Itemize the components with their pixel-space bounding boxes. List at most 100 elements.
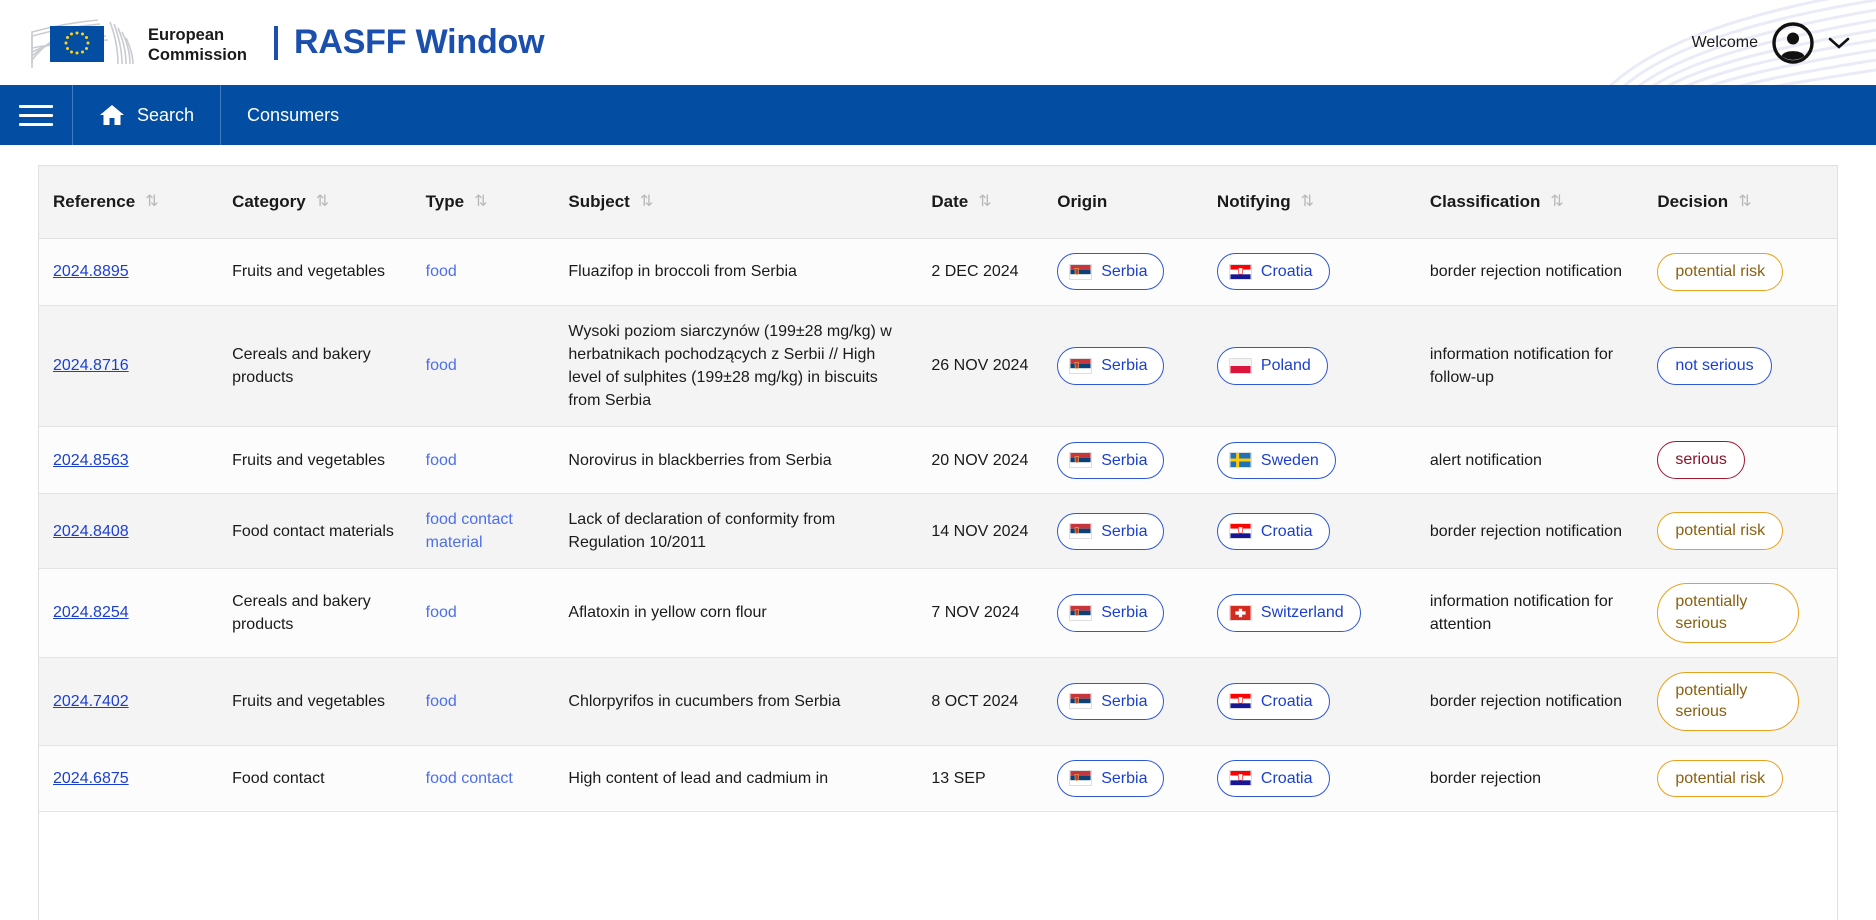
country-pill-origin[interactable]: Serbia — [1057, 683, 1164, 720]
type-link[interactable]: food — [426, 693, 457, 710]
country-pill-origin[interactable]: Serbia — [1057, 594, 1164, 631]
reference-link[interactable]: 2024.6875 — [53, 770, 129, 787]
cell-category: Fruits and vegetables — [218, 657, 412, 745]
cell-reference: 2024.8254 — [39, 569, 218, 657]
reference-link[interactable]: 2024.8254 — [53, 604, 129, 621]
cell-origin: Serbia — [1043, 745, 1203, 812]
cell-type: food — [412, 569, 555, 657]
column-header-classification[interactable]: Classification ⇅ — [1416, 166, 1643, 239]
reference-link[interactable]: 2024.8408 — [53, 523, 129, 540]
table-row[interactable]: 2024.8895Fruits and vegetablesfoodFluazi… — [39, 239, 1837, 306]
serbia-flag — [1069, 523, 1092, 539]
type-link[interactable]: food contact — [426, 770, 513, 787]
cell-classification: information notification for attention — [1416, 569, 1643, 657]
column-header-decision[interactable]: Decision ⇅ — [1643, 166, 1837, 239]
category-text: Cereals and bakery products — [232, 593, 371, 633]
column-label-decision: Decision — [1657, 192, 1728, 212]
type-link[interactable]: food contact material — [426, 511, 513, 551]
nav-item-search[interactable]: Search — [72, 85, 221, 145]
type-link[interactable]: food — [426, 263, 457, 280]
country-name-label: Serbia — [1101, 601, 1147, 624]
country-pill-origin[interactable]: Serbia — [1057, 253, 1164, 290]
sort-arrows-icon[interactable]: ⇅ — [145, 194, 158, 210]
cell-category: Food contact materials — [218, 493, 412, 568]
sort-arrows-icon[interactable]: ⇅ — [640, 194, 653, 210]
nav-item-consumers[interactable]: Consumers — [221, 85, 365, 145]
cell-category: Fruits and vegetables — [218, 427, 412, 494]
cell-category: Cereals and bakery products — [218, 305, 412, 427]
sort-arrows-icon[interactable]: ⇅ — [1550, 194, 1563, 210]
subject-text: Wysoki poziom siarczynów (199±28 mg/kg) … — [568, 323, 891, 410]
subject-text: Aflatoxin in yellow corn flour — [568, 604, 766, 621]
country-pill-notifying[interactable]: Croatia — [1217, 513, 1330, 550]
country-pill-origin[interactable]: Serbia — [1057, 760, 1164, 797]
date-text: 2 DEC 2024 — [931, 263, 1018, 280]
country-pill-origin[interactable]: Serbia — [1057, 513, 1164, 550]
cell-reference: 2024.8895 — [39, 239, 218, 306]
header-user-area[interactable]: Welcome — [1692, 22, 1850, 64]
date-text: 13 SEP — [931, 770, 985, 787]
column-header-origin[interactable]: Origin — [1043, 166, 1203, 239]
column-header-reference[interactable]: Reference ⇅ — [39, 166, 218, 239]
column-header-notifying[interactable]: Notifying ⇅ — [1203, 166, 1416, 239]
column-label-origin: Origin — [1057, 192, 1107, 212]
serbia-flag — [1069, 264, 1092, 280]
country-pill-notifying[interactable]: Sweden — [1217, 442, 1336, 479]
sort-arrows-icon[interactable]: ⇅ — [978, 194, 991, 210]
notifications-table: Reference ⇅ Category ⇅ Type ⇅ Subject ⇅ … — [39, 166, 1837, 812]
sort-arrows-icon[interactable]: ⇅ — [1301, 194, 1314, 210]
country-pill-notifying[interactable]: Croatia — [1217, 683, 1330, 720]
type-link[interactable]: food — [426, 357, 457, 374]
cell-subject: Chlorpyrifos in cucumbers from Serbia — [554, 657, 917, 745]
country-pill-notifying[interactable]: Poland — [1217, 347, 1328, 384]
cell-notifying: Switzerland — [1203, 569, 1416, 657]
reference-link[interactable]: 2024.7402 — [53, 693, 129, 710]
column-header-subject[interactable]: Subject ⇅ — [554, 166, 917, 239]
table-row[interactable]: 2024.8716 Cereals and bakery products food… — [39, 305, 1837, 427]
country-pill-notifying[interactable]: Croatia — [1217, 253, 1330, 290]
cell-type: food — [412, 427, 555, 494]
table-row[interactable]: 2024.7402 Fruits and vegetables food Chlorp… — [39, 657, 1837, 745]
chevron-down-icon[interactable] — [1828, 36, 1850, 50]
country-pill-notifying[interactable]: Switzerland — [1217, 594, 1361, 631]
sort-arrows-icon[interactable]: ⇅ — [1738, 194, 1751, 210]
ec-logo-block[interactable]: European Commission RASFF Window — [24, 12, 544, 74]
reference-link[interactable]: 2024.8563 — [53, 452, 129, 469]
user-avatar-icon[interactable] — [1772, 22, 1814, 64]
column-header-date[interactable]: Date ⇅ — [917, 166, 1043, 239]
cell-date: 2 DEC 2024 — [917, 239, 1043, 306]
table-row[interactable]: 2024.8408 Food contact materials food cont… — [39, 493, 1837, 568]
country-name-label: Serbia — [1101, 354, 1147, 377]
country-pill-origin[interactable]: Serbia — [1057, 442, 1164, 479]
decision-badge: potential risk — [1657, 760, 1783, 798]
column-header-category[interactable]: Category ⇅ — [218, 166, 412, 239]
country-pill-origin[interactable]: Serbia — [1057, 347, 1164, 384]
decision-badge: serious — [1657, 441, 1745, 479]
cell-date: 14 NOV 2024 — [917, 493, 1043, 568]
date-text: 7 NOV 2024 — [931, 604, 1019, 621]
content-area: Reference ⇅ Category ⇅ Type ⇅ Subject ⇅ … — [0, 145, 1876, 920]
column-header-type[interactable]: Type ⇅ — [412, 166, 555, 239]
cell-category: Food contact — [218, 745, 412, 812]
cell-category: Fruits and vegetables — [218, 239, 412, 306]
cell-notifying: Poland — [1203, 305, 1416, 427]
country-name-label: Serbia — [1101, 690, 1147, 713]
type-link[interactable]: food — [426, 604, 457, 621]
date-text: 14 NOV 2024 — [931, 523, 1028, 540]
column-label-date: Date — [931, 192, 968, 212]
reference-link[interactable]: 2024.8895 — [53, 263, 129, 280]
country-pill-notifying[interactable]: Croatia — [1217, 760, 1330, 797]
table-row[interactable]: 2024.8563Fruits and vegetablesfoodNorovi… — [39, 427, 1837, 494]
decision-badge: potential risk — [1657, 512, 1783, 550]
sort-arrows-icon[interactable]: ⇅ — [316, 194, 329, 210]
sort-arrows-icon[interactable]: ⇅ — [474, 194, 487, 210]
table-row[interactable]: 2024.6875Food contactfood contactHigh co… — [39, 745, 1837, 812]
table-row[interactable]: 2024.8254 Cereals and bakery products food… — [39, 569, 1837, 657]
table-header-row: Reference ⇅ Category ⇅ Type ⇅ Subject ⇅ … — [39, 166, 1837, 239]
reference-link[interactable]: 2024.8716 — [53, 357, 129, 374]
type-link[interactable]: food — [426, 452, 457, 469]
hamburger-menu-icon[interactable] — [0, 85, 72, 145]
cell-subject: Aflatoxin in yellow corn flour — [554, 569, 917, 657]
country-name-label: Croatia — [1261, 520, 1313, 543]
country-name-label: Switzerland — [1261, 601, 1344, 624]
